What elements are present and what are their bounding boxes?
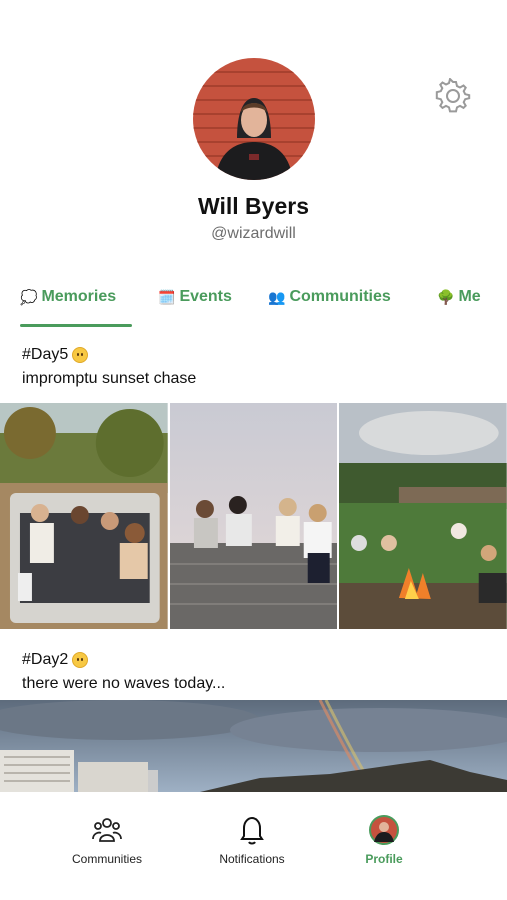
tab-label: Events xyxy=(179,288,232,305)
tab-label: Communities xyxy=(289,288,391,305)
tab-label: Memories xyxy=(41,288,117,305)
smirk-emoji-icon xyxy=(72,652,89,668)
post-photo[interactable] xyxy=(169,403,338,629)
tab-label: Me xyxy=(458,288,481,305)
avatar xyxy=(193,58,315,180)
avatar xyxy=(369,815,399,845)
tab-communities[interactable]: 👥 Communities xyxy=(268,288,391,306)
post-photo-grid xyxy=(0,403,507,629)
gear-icon xyxy=(435,77,471,113)
profile-name: Will Byers xyxy=(197,193,309,219)
nav-notifications[interactable]: Notifications xyxy=(187,814,317,866)
post-caption: there were no waves today... xyxy=(22,675,226,692)
nav-label: Notifications xyxy=(219,852,285,866)
post-photo[interactable] xyxy=(339,403,507,629)
profile-tabs: 💭 Memories 🗓️ Events 👥 Communities 🌳 Me xyxy=(0,284,507,328)
nav-communities[interactable]: Communities xyxy=(42,814,172,866)
post-photo[interactable] xyxy=(0,700,507,792)
post-title: #Day2 xyxy=(22,651,89,669)
settings-button[interactable] xyxy=(435,77,471,114)
people-icon: 👥 xyxy=(268,288,286,305)
calendar-icon: 🗓️ xyxy=(158,288,176,305)
nav-label: Communities xyxy=(71,852,143,866)
nav-profile[interactable]: Profile xyxy=(319,814,449,866)
smile-emoji-icon xyxy=(72,347,89,363)
profile-handle: @wizardwill xyxy=(211,225,296,242)
bell-icon xyxy=(240,816,264,845)
active-tab-indicator xyxy=(20,324,132,327)
tab-me[interactable]: 🌳 Me xyxy=(437,288,481,306)
post-photo[interactable] xyxy=(0,403,168,629)
post-title: #Day5 xyxy=(22,346,89,364)
tab-events[interactable]: 🗓️ Events xyxy=(158,288,232,306)
tree-icon: 🌳 xyxy=(437,288,455,305)
post-caption: impromptu sunset chase xyxy=(22,370,197,387)
bottom-nav: Communities Notifications Profile xyxy=(0,792,507,900)
nav-label: Profile xyxy=(365,852,403,866)
people-icon xyxy=(92,818,122,842)
tab-memories[interactable]: 💭 Memories xyxy=(20,288,116,306)
thought-bubble-icon: 💭 xyxy=(20,288,38,305)
